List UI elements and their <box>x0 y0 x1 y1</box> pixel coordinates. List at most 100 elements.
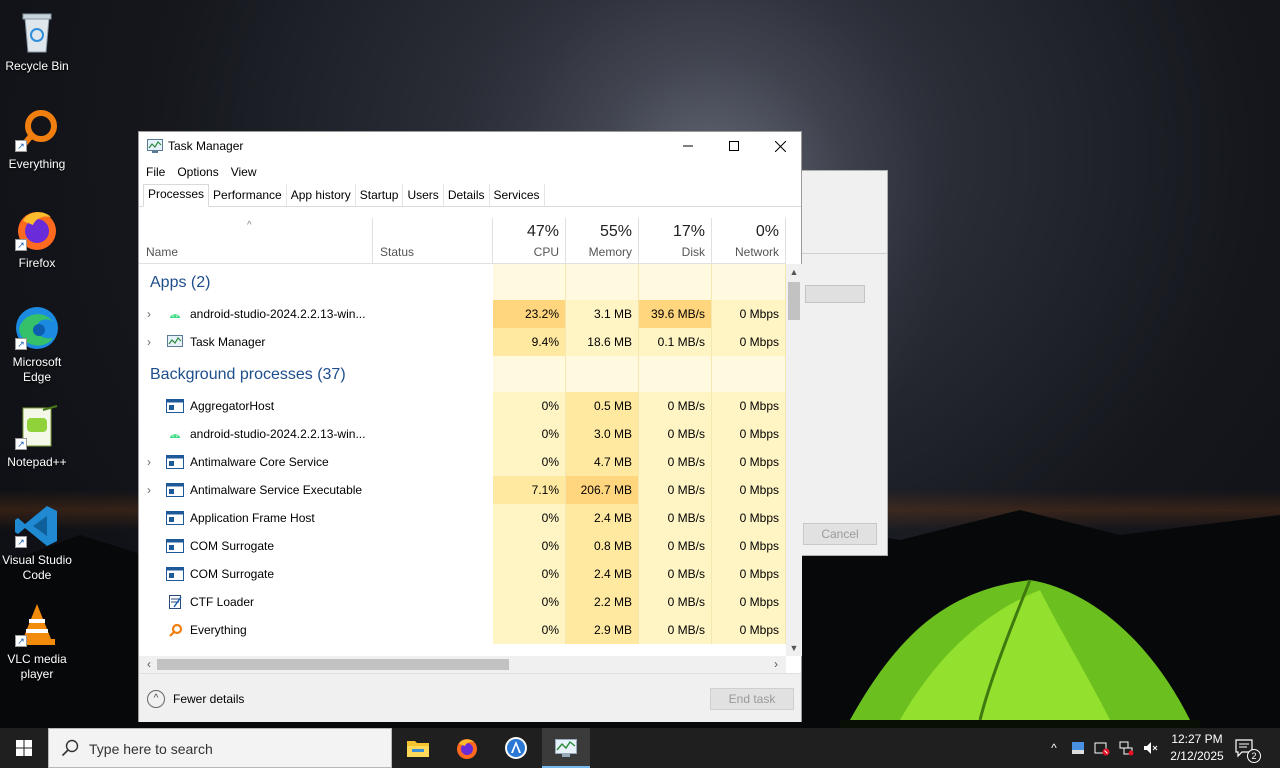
process-row[interactable]: Application Frame Host 0% 2.4 MB 0 MB/s … <box>139 504 786 532</box>
horizontal-scrollbar[interactable]: ‹ › <box>139 656 786 673</box>
desktop-icon-everything[interactable]: ↗ Everything <box>0 106 74 172</box>
network-value: 0 Mbps <box>712 300 786 328</box>
disk-value: 0 MB/s <box>639 616 712 644</box>
scroll-left-icon[interactable]: ‹ <box>141 656 157 673</box>
task-manager-icon <box>167 335 183 347</box>
memory-value: 2.4 MB <box>566 560 639 588</box>
tray-app-icon[interactable] <box>1070 740 1086 756</box>
service-window-icon <box>166 511 184 525</box>
network-value: 0 Mbps <box>712 504 786 532</box>
desktop-icon-recycle-bin[interactable]: Recycle Bin <box>0 8 74 74</box>
memory-value: 0.8 MB <box>566 532 639 560</box>
fewer-details-button[interactable]: ^ Fewer details <box>147 690 244 708</box>
title-bar[interactable]: Task Manager <box>139 132 801 160</box>
process-row[interactable]: COM Surrogate 0% 2.4 MB 0 MB/s 0 Mbps <box>139 560 786 588</box>
tab-performance[interactable]: Performance <box>209 184 287 206</box>
process-row[interactable]: › Antimalware Core Service 0% 4.7 MB 0 M… <box>139 448 786 476</box>
task-manager-icon <box>555 739 577 757</box>
search-placeholder: Type here to search <box>89 741 213 757</box>
process-row[interactable]: Everything 0% 2.9 MB 0 MB/s 0 Mbps <box>139 616 786 644</box>
vertical-scroll-thumb[interactable] <box>788 282 800 320</box>
minimize-button[interactable] <box>665 132 711 160</box>
expand-chevron-icon[interactable]: › <box>147 448 151 476</box>
security-warning-icon[interactable] <box>1094 740 1110 756</box>
column-header-network[interactable]: 0% Network <box>712 218 786 264</box>
process-row[interactable]: › Antimalware Service Executable 7.1% 20… <box>139 476 786 504</box>
process-name: Task Manager <box>190 335 266 349</box>
menu-options[interactable]: Options <box>177 165 218 179</box>
taskbar-clock[interactable]: 12:27 PM 2/12/2025 <box>1164 731 1230 765</box>
folder-icon <box>407 741 429 757</box>
cpu-value: 0% <box>493 448 566 476</box>
horizontal-scroll-thumb[interactable] <box>157 659 509 670</box>
dialog-cancel-button[interactable]: Cancel <box>803 523 877 545</box>
cpu-value: 0% <box>493 504 566 532</box>
scroll-down-icon[interactable]: ▼ <box>786 640 802 656</box>
vertical-scrollbar[interactable]: ▲ ▼ <box>786 264 802 656</box>
expand-chevron-icon[interactable]: › <box>147 476 151 504</box>
desktop-icon-vlc[interactable]: ↗ VLC media player <box>0 601 74 682</box>
group-header-apps: Apps (2) <box>139 264 786 300</box>
column-header-name[interactable]: ^ Name <box>139 218 373 264</box>
desktop-icon-microsoft-edge[interactable]: ↗ Microsoft Edge <box>0 304 74 385</box>
everything-icon: ↗ <box>13 106 61 154</box>
memory-value: 2.4 MB <box>566 504 639 532</box>
process-name: android-studio-2024.2.2.13-win... <box>190 307 366 321</box>
cpu-total-percent: 47% <box>526 223 559 240</box>
cpu-value: 0% <box>493 392 566 420</box>
process-row[interactable]: › Task Manager 9.4% 18.6 MB 0.1 MB/s 0 M… <box>139 328 786 356</box>
process-name: android-studio-2024.2.2.13-win... <box>190 427 366 441</box>
menu-view[interactable]: View <box>231 165 257 179</box>
expand-chevron-icon[interactable]: › <box>147 300 151 328</box>
desktop-icon-firefox[interactable]: ↗ Firefox <box>0 205 74 271</box>
network-value: 0 Mbps <box>712 476 786 504</box>
firefox-icon <box>457 739 477 759</box>
disk-value: 0.1 MB/s <box>639 328 712 356</box>
close-button[interactable] <box>757 132 803 160</box>
column-header-disk[interactable]: 17% Disk <box>639 218 712 264</box>
disk-value: 0 MB/s <box>639 448 712 476</box>
desktop-icon-vscode[interactable]: ↗ Visual Studio Code <box>0 502 74 583</box>
tab-services[interactable]: Services <box>490 184 545 206</box>
desktop-icon-label: Visual Studio Code <box>2 553 72 582</box>
tab-details[interactable]: Details <box>444 184 490 206</box>
tab-startup[interactable]: Startup <box>356 184 404 206</box>
process-row[interactable]: COM Surrogate 0% 0.8 MB 0 MB/s 0 Mbps <box>139 532 786 560</box>
column-header-status[interactable]: Status <box>373 218 493 264</box>
process-row[interactable]: › android-studio-2024.2.2.13-win... 23.2… <box>139 300 786 328</box>
expand-chevron-icon[interactable]: › <box>147 328 151 356</box>
tab-strip: Processes Performance App history Startu… <box>139 184 801 207</box>
menu-file[interactable]: File <box>146 165 165 179</box>
tab-app-history[interactable]: App history <box>287 184 356 206</box>
process-row[interactable]: AggregatorHost 0% 0.5 MB 0 MB/s 0 Mbps <box>139 392 786 420</box>
scroll-right-icon[interactable]: › <box>768 656 784 673</box>
taskbar-android-studio[interactable] <box>492 728 540 768</box>
column-header-cpu[interactable]: 47% CPU <box>493 218 566 264</box>
process-row[interactable]: android-studio-2024.2.2.13-win... 0% 3.0… <box>139 420 786 448</box>
process-name: Everything <box>190 623 247 637</box>
tab-users[interactable]: Users <box>403 184 444 206</box>
disk-value: 0 MB/s <box>639 476 712 504</box>
cpu-value: 23.2% <box>493 300 566 328</box>
start-button[interactable] <box>0 728 48 768</box>
desktop-icon-notepad-plus-plus[interactable]: ↗ Notepad++ <box>0 404 74 470</box>
scroll-up-icon[interactable]: ▲ <box>786 264 802 280</box>
memory-value: 18.6 MB <box>566 328 639 356</box>
column-header-memory[interactable]: 55% Memory <box>566 218 639 264</box>
memory-value: 206.7 MB <box>566 476 639 504</box>
process-row[interactable]: CTF Loader 0% 2.2 MB 0 MB/s 0 Mbps <box>139 588 786 616</box>
network-icon[interactable] <box>1118 740 1134 756</box>
taskbar-file-explorer[interactable] <box>394 728 442 768</box>
taskbar-task-manager[interactable] <box>542 728 590 768</box>
show-hidden-icons-chevron-icon[interactable]: ^ <box>1046 740 1062 756</box>
volume-muted-icon[interactable] <box>1142 740 1158 756</box>
process-list: Apps (2) › android-studio-2024.2.2.13-wi… <box>139 264 786 656</box>
taskbar-search-box[interactable]: Type here to search <box>48 728 392 768</box>
taskbar-firefox[interactable] <box>443 728 491 768</box>
maximize-button[interactable] <box>711 132 757 160</box>
end-task-button[interactable]: End task <box>710 688 794 710</box>
tab-processes[interactable]: Processes <box>143 184 210 207</box>
maximize-icon <box>729 141 739 151</box>
process-name: CTF Loader <box>190 595 255 609</box>
cpu-value: 7.1% <box>493 476 566 504</box>
